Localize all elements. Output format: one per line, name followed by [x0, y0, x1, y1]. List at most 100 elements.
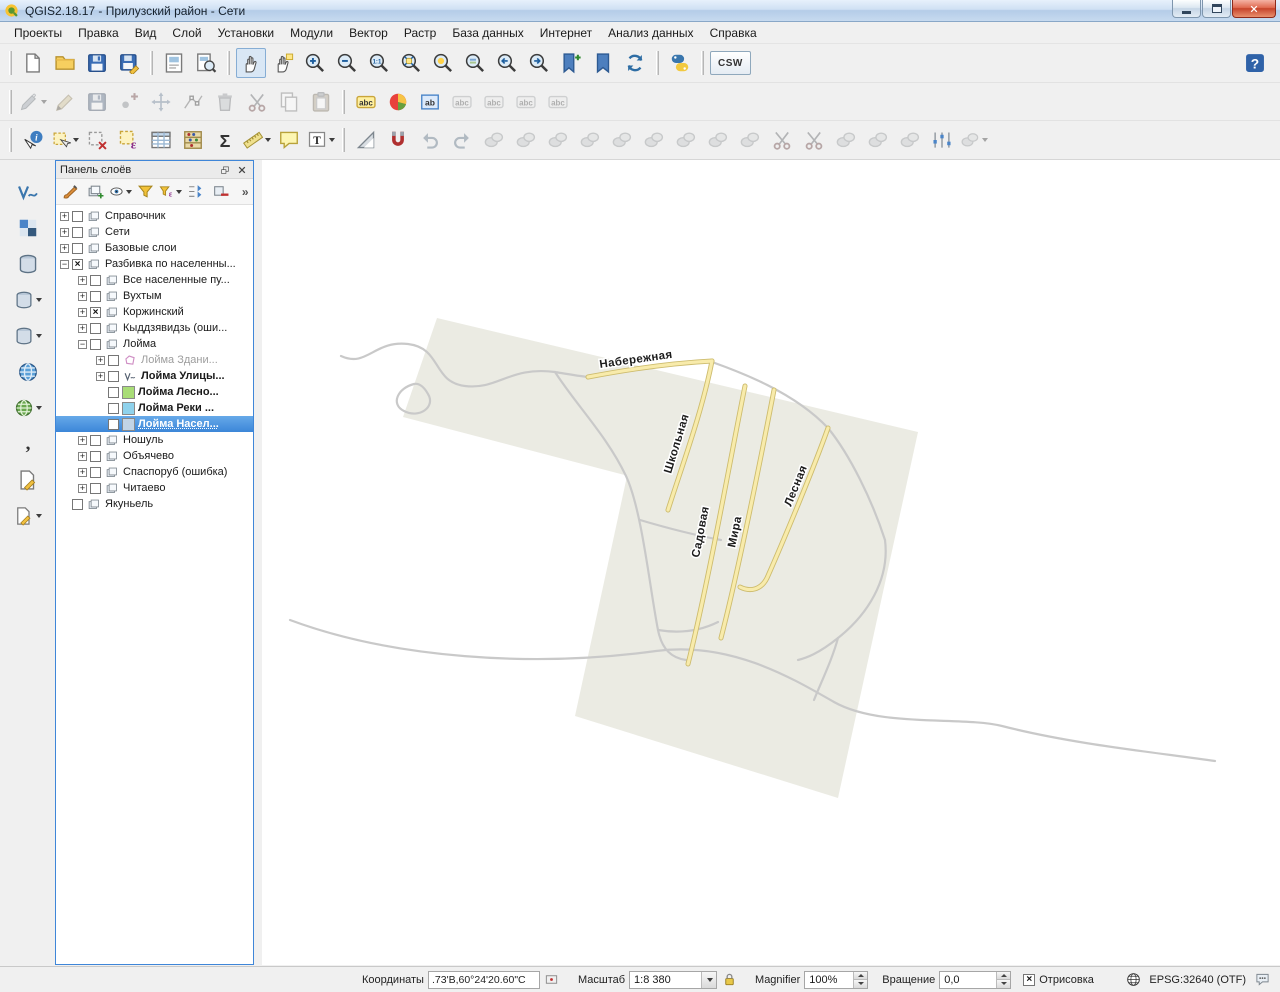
toolbar-grip[interactable]: [342, 90, 345, 114]
chevron-down-icon[interactable]: [126, 190, 132, 194]
collapse-toggle[interactable]: −: [78, 340, 87, 349]
messages-button[interactable]: [1252, 970, 1272, 990]
add-raster-layer-button[interactable]: [13, 213, 43, 243]
layer-visibility-checkbox[interactable]: [90, 467, 101, 478]
menu-data-analysis[interactable]: Анализ данных: [600, 23, 701, 43]
new-project-button[interactable]: [18, 48, 48, 78]
enable-tracing-button[interactable]: [383, 125, 413, 155]
add-postgis-layer-button[interactable]: [13, 249, 43, 279]
python-console-button[interactable]: [665, 48, 695, 78]
measure-button[interactable]: [242, 125, 272, 155]
menu-web[interactable]: Интернет: [532, 23, 600, 43]
expand-toggle[interactable]: +: [96, 356, 105, 365]
zoom-to-selection-button[interactable]: [428, 48, 458, 78]
magnifier-spinbox[interactable]: 100%: [804, 971, 868, 989]
layer-visibility-checkbox[interactable]: [90, 451, 101, 462]
menu-settings[interactable]: Установки: [210, 23, 282, 43]
menu-edit[interactable]: Правка: [70, 23, 127, 43]
filter-legend-button[interactable]: [133, 181, 158, 203]
layer-visibility-checkbox[interactable]: ×: [72, 259, 83, 270]
layer-visibility-checkbox[interactable]: [108, 419, 119, 430]
scale-dropdown-button[interactable]: [701, 972, 716, 988]
layer-tree-row[interactable]: +Вухтым: [56, 288, 253, 304]
statistics-button[interactable]: [210, 125, 240, 155]
scale-combobox[interactable]: 1:8 380: [629, 971, 717, 989]
chevron-down-icon[interactable]: [36, 334, 42, 338]
filter-legend-by-expression-button[interactable]: [158, 181, 183, 203]
expand-toggle[interactable]: +: [60, 212, 69, 221]
expand-toggle[interactable]: +: [78, 308, 87, 317]
layer-tree-row[interactable]: +Лойма Улицы...: [56, 368, 253, 384]
layer-tree-row[interactable]: +Базовые слои: [56, 240, 253, 256]
pan-map-button[interactable]: [236, 48, 266, 78]
menu-vector[interactable]: Вектор: [341, 23, 396, 43]
layer-tree-row[interactable]: +Ношуль: [56, 432, 253, 448]
chevron-down-icon[interactable]: [73, 138, 79, 142]
zoom-out-button[interactable]: [332, 48, 362, 78]
expand-toggle[interactable]: +: [78, 484, 87, 493]
zoom-full-button[interactable]: [396, 48, 426, 78]
layer-tree-row[interactable]: +×Коржинский: [56, 304, 253, 320]
toggle-extents-display-button[interactable]: [542, 970, 562, 990]
menu-layer[interactable]: Слой: [164, 23, 209, 43]
open-layer-styling-dock-button[interactable]: [58, 181, 83, 203]
layer-visibility-checkbox[interactable]: [108, 387, 119, 398]
panel-splitter[interactable]: [254, 160, 262, 965]
float-panel-button[interactable]: [217, 163, 232, 177]
chevron-down-icon[interactable]: [36, 406, 42, 410]
zoom-native-button[interactable]: [364, 48, 394, 78]
save-project-as-button[interactable]: [114, 48, 144, 78]
minimize-button[interactable]: [1172, 0, 1201, 18]
select-by-expression-button[interactable]: [114, 125, 144, 155]
help-button[interactable]: [1240, 48, 1270, 78]
menu-help[interactable]: Справка: [702, 23, 765, 43]
layer-visibility-checkbox[interactable]: [90, 339, 101, 350]
close-panel-button[interactable]: [234, 163, 249, 177]
toolbar-grip[interactable]: [9, 90, 12, 114]
csw-metasearch-button[interactable]: CSW: [710, 51, 751, 75]
new-shapefile-layer-button[interactable]: [13, 465, 43, 495]
layer-tree-row[interactable]: +Объячево: [56, 448, 253, 464]
expand-toggle[interactable]: +: [78, 276, 87, 285]
layer-tree-row[interactable]: +Лойма Здани...: [56, 352, 253, 368]
menu-projects[interactable]: Проекты: [6, 23, 70, 43]
magnifier-down-button[interactable]: [854, 979, 867, 988]
layer-visibility-checkbox[interactable]: [90, 323, 101, 334]
magnifier-up-button[interactable]: [854, 972, 867, 980]
rotation-down-button[interactable]: [997, 979, 1010, 988]
zoom-to-layer-button[interactable]: [460, 48, 490, 78]
map-canvas[interactable]: Набережная Школьная Садовая Мира Лесная: [262, 160, 1280, 965]
toolbar-grip[interactable]: [150, 51, 153, 75]
select-features-button[interactable]: [50, 125, 80, 155]
layer-visibility-checkbox[interactable]: ×: [90, 307, 101, 318]
chevron-down-icon[interactable]: [329, 138, 335, 142]
expand-toggle[interactable]: +: [78, 468, 87, 477]
manage-layer-visibility-button[interactable]: [108, 181, 133, 203]
layer-tree-row[interactable]: −×Разбивка по населенны...: [56, 256, 253, 272]
advanced-digitizing-button[interactable]: [351, 125, 381, 155]
add-wms-layer-button[interactable]: [13, 357, 43, 387]
identify-features-button[interactable]: [18, 125, 48, 155]
expand-toggle[interactable]: +: [78, 324, 87, 333]
chevron-down-icon[interactable]: [265, 138, 271, 142]
add-spatialite-layer-button[interactable]: [13, 285, 43, 315]
layer-tree-row[interactable]: Лойма Насел...: [56, 416, 253, 432]
layer-visibility-checkbox[interactable]: [90, 275, 101, 286]
expand-toggle[interactable]: +: [78, 452, 87, 461]
add-wfs-layer-button[interactable]: [13, 393, 43, 423]
zoom-in-button[interactable]: [300, 48, 330, 78]
menu-raster[interactable]: Растр: [396, 23, 444, 43]
new-bookmark-button[interactable]: [556, 48, 586, 78]
add-vector-layer-button[interactable]: [13, 177, 43, 207]
chevron-down-icon[interactable]: [36, 514, 42, 518]
layer-tree-row[interactable]: +Сети: [56, 224, 253, 240]
toolbar-grip[interactable]: [342, 128, 345, 152]
map-tips-button[interactable]: [274, 125, 304, 155]
expand-collapse-all-button[interactable]: [183, 181, 208, 203]
render-checkbox[interactable]: ×: [1023, 974, 1035, 986]
rotation-up-button[interactable]: [997, 972, 1010, 980]
layer-visibility-checkbox[interactable]: [108, 355, 119, 366]
crs-status-button[interactable]: [1123, 970, 1143, 990]
zoom-last-button[interactable]: [492, 48, 522, 78]
layer-visibility-checkbox[interactable]: [90, 483, 101, 494]
